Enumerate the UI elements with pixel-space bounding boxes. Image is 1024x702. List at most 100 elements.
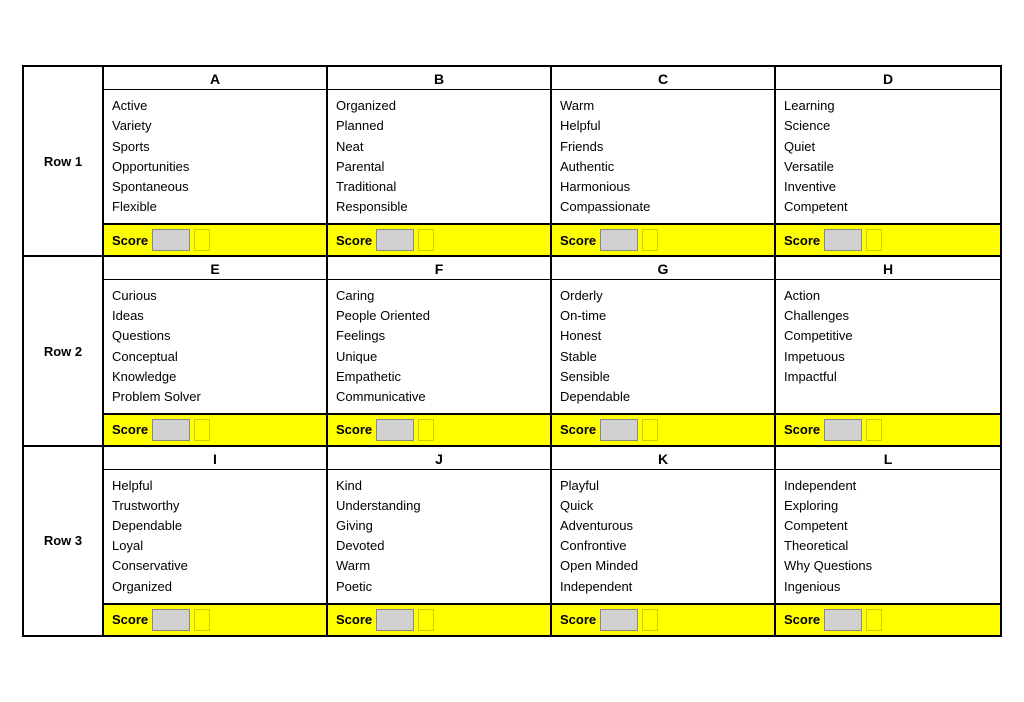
list-item: Responsible [336, 197, 542, 217]
cell-header-l: L [776, 447, 1000, 470]
cell-row1-a: AActiveVarietySportsOpportunitiesSpontan… [104, 67, 328, 255]
list-item: Dependable [112, 516, 318, 536]
cell-content-c: WarmHelpfulFriendsAuthenticHarmoniousCom… [552, 90, 774, 223]
cell-row1-c: CWarmHelpfulFriendsAuthenticHarmoniousCo… [552, 67, 776, 255]
cell-header-h: H [776, 257, 1000, 280]
score-flag [642, 229, 658, 251]
list-item: Learning [784, 96, 992, 116]
list-item: Quick [560, 496, 766, 516]
cell-row2-h: HActionChallengesCompetitiveImpetuousImp… [776, 257, 1000, 445]
list-item: Poetic [336, 577, 542, 597]
score-input-box[interactable] [600, 229, 638, 251]
cell-header-c: C [552, 67, 774, 90]
score-label: Score [784, 422, 820, 437]
list-item: Flexible [112, 197, 318, 217]
list-item: Science [784, 116, 992, 136]
cell-content-a: ActiveVarietySportsOpportunitiesSpontane… [104, 90, 326, 223]
list-item: Sensible [560, 367, 766, 387]
score-flag [194, 609, 210, 631]
score-flag [194, 229, 210, 251]
score-input-box[interactable] [600, 419, 638, 441]
list-item: Ingenious [784, 577, 992, 597]
list-item: Helpful [112, 476, 318, 496]
list-item: Competent [784, 516, 992, 536]
score-label: Score [784, 233, 820, 248]
list-item: Honest [560, 326, 766, 346]
cell-header-b: B [328, 67, 550, 90]
score-label: Score [336, 612, 372, 627]
list-item: Theoretical [784, 536, 992, 556]
list-item: Kind [336, 476, 542, 496]
score-input-box[interactable] [152, 229, 190, 251]
score-flag [866, 419, 882, 441]
score-input-box[interactable] [824, 419, 862, 441]
list-item: Open Minded [560, 556, 766, 576]
list-item: Inventive [784, 177, 992, 197]
list-item: Challenges [784, 306, 992, 326]
score-row-l: Score [776, 603, 1000, 635]
list-item: Compassionate [560, 197, 766, 217]
list-item: Impactful [784, 367, 992, 387]
list-item: Warm [560, 96, 766, 116]
list-item: Friends [560, 137, 766, 157]
cell-row2-g: GOrderlyOn-timeHonestStableSensibleDepen… [552, 257, 776, 445]
cell-header-e: E [104, 257, 326, 280]
score-row-g: Score [552, 413, 774, 445]
score-input-box[interactable] [152, 609, 190, 631]
cell-row3-l: LIndependentExploringCompetentTheoretica… [776, 447, 1000, 635]
row-label-1: Row 1 [24, 67, 104, 255]
list-item: Variety [112, 116, 318, 136]
list-item: Communicative [336, 387, 542, 407]
score-row-a: Score [104, 223, 326, 255]
score-label: Score [784, 612, 820, 627]
list-item: Feelings [336, 326, 542, 346]
cell-row3-k: KPlayfulQuickAdventurousConfrontiveOpen … [552, 447, 776, 635]
score-input-box[interactable] [376, 229, 414, 251]
score-input-box[interactable] [600, 609, 638, 631]
cell-header-d: D [776, 67, 1000, 90]
list-item: Understanding [336, 496, 542, 516]
cell-content-d: LearningScienceQuietVersatileInventiveCo… [776, 90, 1000, 223]
list-item: Questions [112, 326, 318, 346]
cell-header-k: K [552, 447, 774, 470]
list-item: Unique [336, 347, 542, 367]
list-item: Ideas [112, 306, 318, 326]
score-input-box[interactable] [376, 419, 414, 441]
row-3: Row 3IHelpfulTrustworthyDependableLoyalC… [24, 447, 1000, 635]
score-label: Score [112, 612, 148, 627]
cell-row2-f: FCaringPeople OrientedFeelingsUniqueEmpa… [328, 257, 552, 445]
list-item: Stable [560, 347, 766, 367]
score-input-box[interactable] [376, 609, 414, 631]
score-flag [194, 419, 210, 441]
score-label: Score [560, 233, 596, 248]
list-item: Dependable [560, 387, 766, 407]
score-flag [418, 229, 434, 251]
score-input-box[interactable] [152, 419, 190, 441]
list-item: Impetuous [784, 347, 992, 367]
score-row-b: Score [328, 223, 550, 255]
score-flag [866, 229, 882, 251]
list-item: Adventurous [560, 516, 766, 536]
list-item: Giving [336, 516, 542, 536]
cell-header-f: F [328, 257, 550, 280]
score-row-f: Score [328, 413, 550, 445]
cell-content-k: PlayfulQuickAdventurousConfrontiveOpen M… [552, 470, 774, 603]
list-item: Planned [336, 116, 542, 136]
cell-content-l: IndependentExploringCompetentTheoretical… [776, 470, 1000, 603]
list-item: Organized [336, 96, 542, 116]
cell-content-g: OrderlyOn-timeHonestStableSensibleDepend… [552, 280, 774, 413]
list-item: Problem Solver [112, 387, 318, 407]
score-label: Score [336, 422, 372, 437]
list-item: Sports [112, 137, 318, 157]
cell-content-e: CuriousIdeasQuestionsConceptualKnowledge… [104, 280, 326, 413]
row-label-2: Row 2 [24, 257, 104, 445]
score-input-box[interactable] [824, 229, 862, 251]
row-2: Row 2ECuriousIdeasQuestionsConceptualKno… [24, 257, 1000, 447]
list-item: Exploring [784, 496, 992, 516]
score-label: Score [560, 612, 596, 627]
score-input-box[interactable] [824, 609, 862, 631]
score-flag [642, 419, 658, 441]
row-label-3: Row 3 [24, 447, 104, 635]
cell-row3-j: JKindUnderstandingGivingDevotedWarmPoeti… [328, 447, 552, 635]
list-item: Spontaneous [112, 177, 318, 197]
